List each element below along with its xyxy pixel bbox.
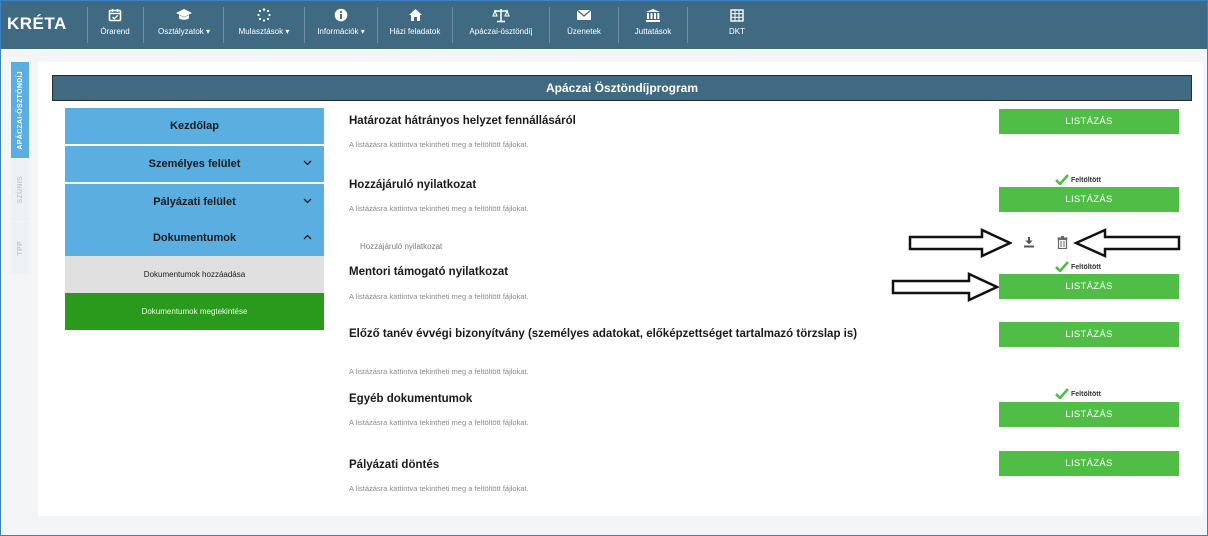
menu-item-kezdolap[interactable]: Kezdőlap: [65, 108, 324, 145]
document-hint: A listázásra kattintva tekintheti meg a …: [349, 418, 529, 427]
nav-divider: [452, 7, 453, 43]
listazas-button[interactable]: LISTÁZÁS: [999, 109, 1179, 134]
nav-item-juttatasok[interactable]: Juttatások: [621, 1, 685, 49]
nav-divider: [618, 7, 619, 43]
bank-icon: [621, 7, 685, 23]
nav-item-mulasztasok[interactable]: Mulasztások ▾: [226, 1, 302, 49]
app-window: KRÉTA Órarend Osztályzatok ▾ Mulasztások…: [0, 0, 1208, 536]
nav-label: Apáczai-ösztöndíj: [469, 27, 533, 36]
nav-item-osztalyzatok[interactable]: Osztályzatok ▾: [146, 1, 222, 49]
nav-label: Juttatások: [634, 27, 672, 36]
top-navbar: KRÉTA Órarend Osztályzatok ▾ Mulasztások…: [1, 1, 1207, 49]
nav-divider: [687, 7, 688, 43]
check-icon: [1055, 261, 1069, 274]
check-icon: [1055, 388, 1069, 401]
status-label: Feltöltött: [1071, 177, 1101, 184]
document-title: Határozat hátrányos helyzet fennállásáró…: [349, 115, 576, 127]
check-icon: [1055, 174, 1069, 187]
uploaded-file-name: Hozzájáruló nyilatkozat: [360, 242, 443, 251]
nav-divider: [143, 7, 144, 43]
home-icon: [380, 7, 450, 23]
nav-label: Üzenetek: [567, 27, 601, 36]
main-panel: Apáczai Ösztöndíjprogram Kezdőlap Személ…: [38, 62, 1203, 516]
kreta-logo[interactable]: KRÉTA: [7, 14, 67, 34]
document-hint: A listázásra kattintva tekintheti meg a …: [349, 204, 529, 213]
chevron-down-icon: [303, 196, 312, 206]
side-tab-label: SZÜNIS: [16, 176, 24, 204]
document-title: Mentori támogató nyilatkozat: [349, 266, 509, 278]
right-arrow-annotation: [908, 228, 1012, 258]
nav-item-apaczai-osztondij[interactable]: Apáczai-ösztöndíj: [455, 1, 547, 49]
menu-item-szemelyes-felulet[interactable]: Személyes felület: [65, 146, 324, 183]
status-badge: Feltöltött: [1055, 261, 1101, 274]
document-hint: A listázásra kattintva tekintheti meg a …: [349, 292, 529, 301]
nav-divider: [377, 7, 378, 43]
menu-item-palyazati-felulet[interactable]: Pályázati felület: [65, 184, 324, 221]
nav-label: DKT: [729, 27, 745, 36]
nav-divider: [223, 7, 224, 43]
menu-item-label: Személyes felület: [148, 158, 241, 170]
document-title: Egyéb dokumentumok: [349, 393, 473, 405]
calendar-icon: [89, 7, 141, 23]
nav-divider: [304, 7, 305, 43]
scale-icon: [455, 7, 547, 23]
nav-divider: [87, 7, 88, 43]
document-title: Előző tanév évvégi bizonyítvány (személy…: [349, 328, 858, 340]
side-tab-apaczai[interactable]: APÁCZAI-ÖSZTÖNDÍJ: [11, 62, 29, 158]
document-title: Hozzájáruló nyilatkozat: [349, 179, 477, 191]
submenu-dokumentumok-megtekintese[interactable]: Dokumentumok megtekintése: [65, 293, 324, 330]
menu-item-label: Dokumentumok: [152, 232, 237, 244]
side-tab-szunis[interactable]: SZÜNIS: [11, 159, 29, 221]
listazas-button[interactable]: LISTÁZÁS: [999, 322, 1179, 347]
submenu-dokumentumok-hozzaadasa[interactable]: Dokumentumok hozzáadása: [65, 256, 324, 293]
listazas-button[interactable]: LISTÁZÁS: [999, 187, 1179, 212]
document-hint: A listázásra kattintva tekintheti meg a …: [349, 367, 529, 376]
nav-item-dkt[interactable]: DKT: [711, 1, 763, 49]
chevron-up-icon: [303, 232, 312, 242]
nav-item-orarend[interactable]: Órarend: [89, 1, 141, 49]
nav-label: Házi feladatok: [389, 27, 441, 36]
page-title: Apáczai Ösztöndíjprogram: [52, 75, 1192, 101]
nav-item-hazi-feladatok[interactable]: Házi feladatok: [380, 1, 450, 49]
graduation-cap-icon: [146, 7, 222, 23]
status-badge: Feltöltött: [1055, 174, 1101, 187]
left-arrow-annotation: [1073, 228, 1181, 258]
nav-label: Mulasztások ▾: [238, 27, 290, 36]
status-badge: Feltöltött: [1055, 388, 1101, 401]
nav-label: Információk ▾: [317, 27, 365, 36]
nav-item-uzenetek[interactable]: Üzenetek: [552, 1, 616, 49]
submenu-label: Dokumentumok hozzáadása: [143, 270, 246, 279]
menu-item-label: Pályázati felület: [153, 196, 236, 208]
nav-label: Osztályzatok ▾: [157, 27, 211, 36]
chevron-down-icon: [303, 158, 312, 168]
menu-item-dokumentumok[interactable]: Dokumentumok: [65, 220, 324, 257]
listazas-button[interactable]: LISTÁZÁS: [999, 451, 1179, 476]
status-label: Feltöltött: [1071, 264, 1101, 271]
submenu-label: Dokumentumok megtekintése: [141, 307, 248, 316]
status-label: Feltöltött: [1071, 391, 1101, 398]
envelope-icon: [552, 7, 616, 23]
right-arrow-annotation: [891, 272, 999, 302]
listazas-button[interactable]: LISTÁZÁS: [999, 402, 1179, 427]
listazas-button[interactable]: LISTÁZÁS: [999, 274, 1179, 299]
spinner-icon: [226, 7, 302, 23]
menu-item-label: Kezdőlap: [170, 120, 219, 132]
side-tab-label: APÁCZAI-ÖSZTÖNDÍJ: [16, 70, 24, 150]
document-title: Pályázati döntés: [349, 459, 440, 471]
nav-label: Órarend: [100, 27, 130, 36]
download-icon[interactable]: [1021, 234, 1037, 250]
document-hint: A listázásra kattintva tekintheti meg a …: [349, 484, 529, 493]
nav-item-informaciok[interactable]: Információk ▾: [307, 1, 375, 49]
document-hint: A listázásra kattintva tekintheti meg a …: [349, 140, 529, 149]
info-icon: [307, 7, 375, 23]
side-tab-tpp[interactable]: TPP: [11, 222, 29, 274]
nav-divider: [549, 7, 550, 43]
grid-icon: [711, 7, 763, 23]
side-tab-label: TPP: [16, 240, 24, 256]
trash-icon[interactable]: [1054, 234, 1070, 250]
